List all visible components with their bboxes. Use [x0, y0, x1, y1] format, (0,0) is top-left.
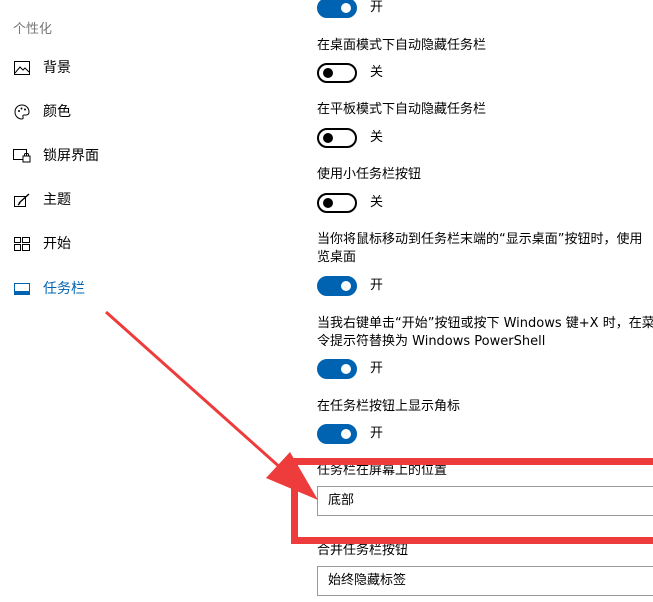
- top-toggle-switch[interactable]: [317, 0, 357, 18]
- toggle-state-text: 开: [370, 0, 384, 15]
- taskbar-location-select[interactable]: 底部: [317, 486, 653, 516]
- peek-label-line2: 览桌面: [317, 250, 357, 265]
- sidebar-item-background[interactable]: 背景: [0, 50, 260, 86]
- sidebar-item-label: 主题: [43, 192, 71, 208]
- auto-hide-desktop-toggle[interactable]: [317, 63, 357, 83]
- toggle-state-text: 关: [370, 65, 384, 80]
- toggle-state-text: 开: [370, 278, 384, 293]
- sidebar-item-themes[interactable]: 主题: [0, 182, 260, 218]
- lock-screen-icon: [13, 148, 31, 164]
- toggle-state-text: 开: [370, 361, 384, 376]
- toggle-knob: [323, 198, 333, 208]
- small-buttons-row: 关: [317, 193, 383, 213]
- toggle-knob: [323, 133, 333, 143]
- toggle-knob: [323, 68, 333, 78]
- powershell-row: 开: [317, 359, 383, 379]
- combine-buttons-label: 合并任务栏按钮: [317, 543, 409, 558]
- sidebar-item-label: 背景: [43, 60, 71, 76]
- auto-hide-tablet-row: 关: [317, 128, 383, 148]
- peek-label-line1: 当你将鼠标移动到任务栏末端的“显示桌面”按钮时，使用: [317, 232, 643, 247]
- badges-label: 在任务栏按钮上显示角标: [317, 399, 461, 414]
- top-toggle-row: 开: [317, 0, 383, 18]
- auto-hide-desktop-label: 在桌面模式下自动隐藏任务栏: [317, 38, 487, 53]
- sidebar-item-label: 颜色: [43, 104, 71, 120]
- combine-buttons-select[interactable]: 始终隐藏标签: [317, 566, 653, 596]
- peek-toggle[interactable]: [317, 276, 357, 296]
- toggle-state-text: 关: [370, 195, 384, 210]
- sidebar-item-label: 锁屏界面: [43, 148, 99, 164]
- auto-hide-tablet-label: 在平板模式下自动隐藏任务栏: [317, 102, 487, 117]
- small-buttons-toggle[interactable]: [317, 193, 357, 213]
- toggle-state-text: 开: [370, 426, 384, 441]
- taskbar-location-label: 任务栏在屏幕上的位置: [317, 463, 448, 478]
- sidebar-item-start[interactable]: 开始: [0, 226, 260, 262]
- badges-row: 开: [317, 424, 383, 444]
- theme-brush-icon: [13, 192, 31, 208]
- sidebar-item-lock-screen[interactable]: 锁屏界面: [0, 138, 260, 174]
- toggle-knob: [341, 364, 351, 374]
- auto-hide-desktop-row: 关: [317, 63, 383, 83]
- auto-hide-tablet-toggle[interactable]: [317, 128, 357, 148]
- sidebar-item-colors[interactable]: 颜色: [0, 94, 260, 130]
- toggle-knob: [341, 3, 351, 13]
- toggle-knob: [341, 281, 351, 291]
- palette-icon: [13, 104, 31, 120]
- sidebar-item-label: 任务栏: [43, 281, 85, 297]
- sidebar-item-taskbar[interactable]: 任务栏: [0, 271, 260, 307]
- powershell-toggle[interactable]: [317, 359, 357, 379]
- settings-sidebar: 个性化 背景 颜色 锁屏界面 主题 开始 任务栏: [0, 0, 290, 602]
- taskbar-icon: [13, 281, 31, 297]
- section-title: 个性化: [13, 22, 53, 37]
- powershell-label-line1: 当我右键单击“开始”按钮或按下 Windows 键+X 时，在菜: [317, 316, 653, 331]
- peek-row: 开: [317, 276, 383, 296]
- toggle-state-text: 关: [370, 130, 384, 145]
- picture-icon: [13, 60, 31, 76]
- start-tiles-icon: [13, 236, 31, 252]
- settings-content: 开 在桌面模式下自动隐藏任务栏 关 在平板模式下自动隐藏任务栏 关 使用小任务栏…: [317, 0, 653, 602]
- sidebar-item-label: 开始: [43, 236, 71, 252]
- powershell-label-line2: 令提示符替换为 Windows PowerShell: [317, 334, 546, 349]
- small-buttons-label: 使用小任务栏按钮: [317, 167, 422, 182]
- badges-toggle[interactable]: [317, 424, 357, 444]
- toggle-knob: [341, 429, 351, 439]
